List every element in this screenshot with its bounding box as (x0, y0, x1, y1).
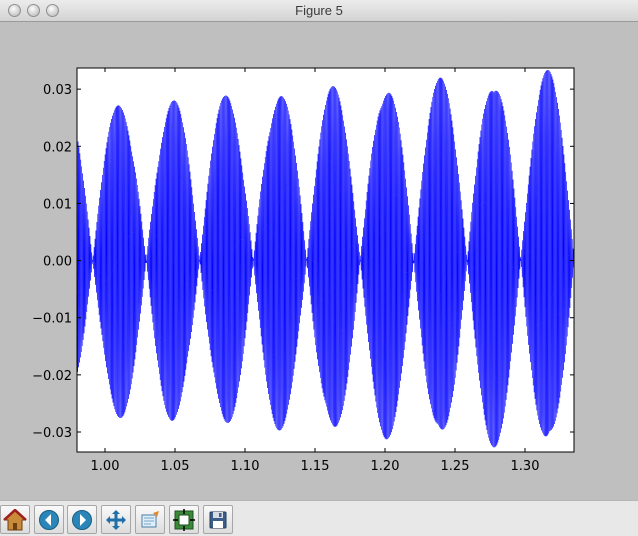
forward-arrow-icon (72, 509, 92, 530)
back-arrow-icon (39, 509, 59, 530)
y-tick-label: 0.02 (43, 140, 72, 155)
back-button[interactable] (34, 505, 64, 534)
y-tick-label: 0.00 (43, 255, 72, 270)
save-button[interactable] (203, 505, 233, 534)
subplots-icon (173, 508, 195, 531)
floppy-icon (209, 511, 227, 528)
x-tick-label: 1.25 (441, 459, 470, 474)
x-tick-label: 1.30 (511, 459, 540, 474)
x-tick-label: 1.20 (371, 459, 400, 474)
forward-button[interactable] (67, 505, 97, 534)
window-title: Figure 5 (295, 3, 343, 18)
y-tick-label: −0.01 (32, 312, 72, 327)
y-tick-label: −0.02 (32, 369, 72, 384)
y-tick-label: 0.01 (43, 197, 72, 212)
x-tick-label: 1.15 (301, 459, 330, 474)
y-tick-label: 0.03 (43, 83, 72, 98)
x-tick-label: 1.05 (161, 459, 190, 474)
home-button[interactable] (0, 505, 30, 534)
x-tick-label: 1.00 (91, 459, 120, 474)
figure-canvas[interactable]: 1.00 1.05 1.10 1.15 1.20 1.25 1.30 0.03 0.02 0.0… (0, 22, 638, 500)
move-icon (106, 509, 126, 530)
window-titlebar[interactable]: Figure 5 (0, 0, 638, 22)
plot-svg: 1.00 1.05 1.10 1.15 1.20 1.25 1.30 0.03 0.02 0.0… (32, 67, 575, 474)
x-tick-label: 1.10 (231, 459, 260, 474)
zoom-button[interactable] (135, 505, 165, 534)
home-icon (3, 508, 27, 530)
pan-button[interactable] (101, 505, 131, 534)
subplots-button[interactable] (169, 505, 199, 534)
navigation-toolbar (0, 500, 638, 536)
zoom-rect-icon (141, 510, 159, 527)
y-tick-label: −0.03 (32, 426, 72, 441)
